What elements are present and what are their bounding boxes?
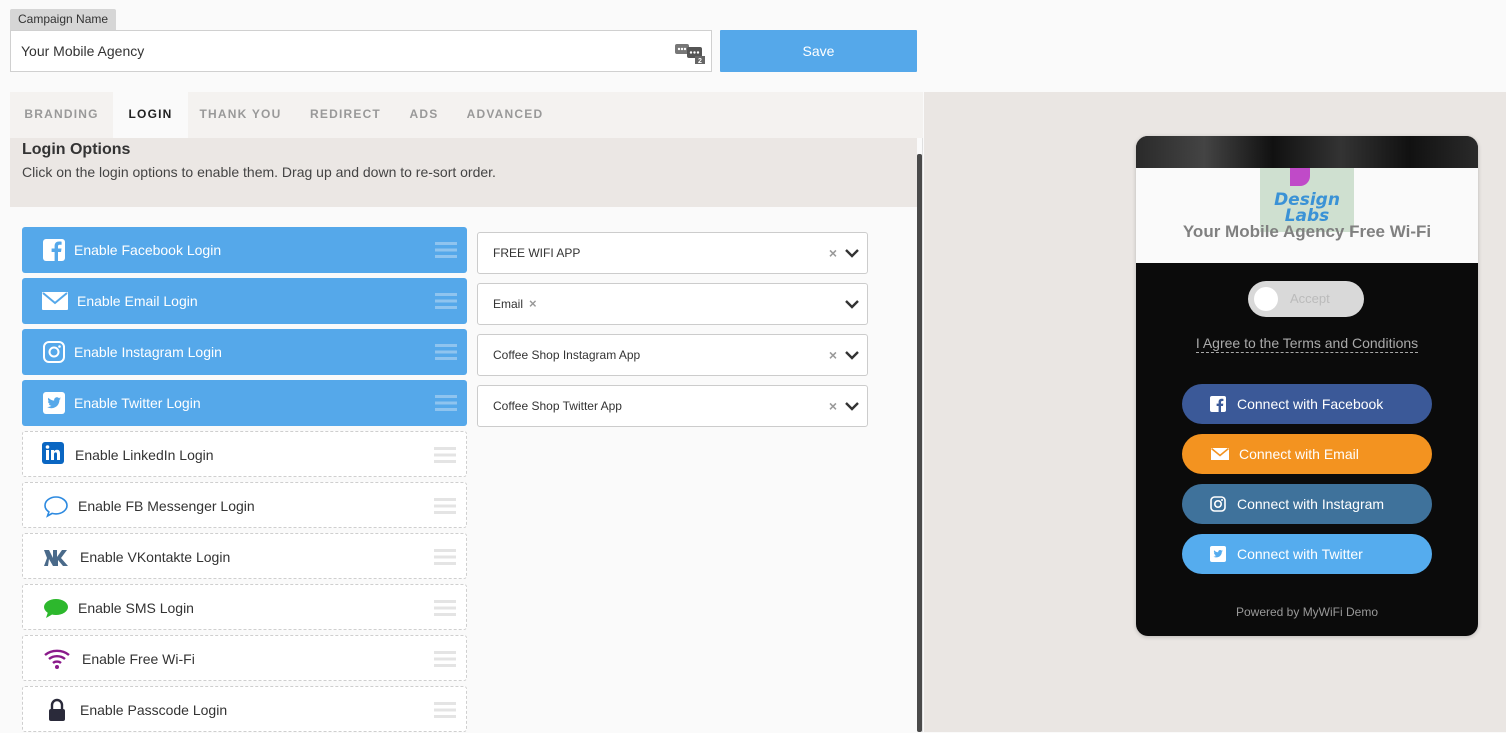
select-value: FREE WIFI APP: [493, 246, 581, 260]
toggle-knob: [1254, 287, 1278, 311]
connect-twitter-button[interactable]: Connect with Twitter: [1182, 534, 1432, 574]
button-label: Connect with Twitter: [1237, 546, 1363, 562]
envelope-icon: [1211, 447, 1229, 460]
option-passcode[interactable]: Enable Passcode Login: [22, 686, 467, 732]
clear-icon[interactable]: ×: [829, 386, 837, 426]
campaign-name-input[interactable]: Your Mobile Agency 2: [10, 30, 712, 72]
button-label: Connect with Instagram: [1237, 496, 1385, 512]
accept-label: Accept: [1290, 291, 1330, 306]
option-label: Enable Free Wi-Fi: [82, 651, 195, 667]
login-options-description: Click on the login options to enable the…: [22, 164, 496, 180]
option-email[interactable]: Enable Email Login: [22, 278, 467, 324]
powered-by: Powered by MyWiFi Demo: [1235, 605, 1379, 619]
option-label: Enable Twitter Login: [74, 395, 201, 411]
select-value: Coffee Shop Twitter App: [493, 399, 622, 413]
drag-handle-icon[interactable]: [434, 599, 456, 617]
instagram-icon: [1210, 496, 1226, 512]
select-value: Coffee Shop Instagram App: [493, 348, 641, 362]
splash-preview: Design Labs Your Mobile Agency Free Wi-F…: [1136, 136, 1478, 636]
tab-redirect[interactable]: REDIRECT: [293, 92, 398, 138]
tab-advanced[interactable]: ADVANCED: [450, 92, 560, 138]
option-vkontakte[interactable]: Enable VKontakte Login: [22, 533, 467, 579]
option-label: Enable Email Login: [77, 293, 198, 309]
remove-tag-icon[interactable]: ×: [529, 296, 537, 311]
connect-facebook-button[interactable]: Connect with Facebook: [1182, 384, 1432, 424]
drag-handle-icon[interactable]: [435, 241, 457, 259]
preview-panel: Design Labs Your Mobile Agency Free Wi-F…: [924, 92, 1506, 732]
option-label: Enable Passcode Login: [80, 702, 228, 718]
save-button[interactable]: Save: [720, 30, 917, 72]
header-photo: [1136, 136, 1478, 168]
chevron-down-icon[interactable]: [845, 247, 859, 259]
login-options-title: Login Options: [22, 141, 131, 158]
drag-handle-icon[interactable]: [435, 343, 457, 361]
drag-handle-icon[interactable]: [434, 446, 456, 464]
tab-thank-you[interactable]: THANK YOU: [188, 92, 293, 138]
email-app-select[interactable]: Email ×: [477, 283, 868, 325]
tab-ads[interactable]: ADS: [398, 92, 450, 138]
option-instagram[interactable]: Enable Instagram Login: [22, 329, 467, 375]
instagram-icon: [43, 341, 65, 363]
option-twitter[interactable]: Enable Twitter Login: [22, 380, 467, 426]
option-label: Enable VKontakte Login: [80, 549, 231, 565]
envelope-icon: [42, 292, 68, 310]
select-value: Email: [493, 297, 524, 311]
chevron-down-icon[interactable]: [845, 298, 859, 310]
button-label: Connect with Email: [1239, 446, 1359, 462]
chevron-down-icon[interactable]: [845, 349, 859, 361]
placeholder-chat-icon[interactable]: 2: [675, 42, 705, 64]
tab-login[interactable]: LOGIN: [113, 92, 188, 138]
twitter-app-select[interactable]: Coffee Shop Twitter App ×: [477, 385, 868, 427]
svg-text:2: 2: [698, 58, 702, 64]
button-label: Connect with Facebook: [1237, 396, 1384, 412]
preview-title-area: Design Labs Your Mobile Agency Free Wi-F…: [1136, 168, 1478, 263]
connect-email-button[interactable]: Connect with Email: [1182, 434, 1432, 474]
tab-branding[interactable]: BRANDING: [10, 92, 113, 138]
drag-handle-icon[interactable]: [434, 701, 456, 719]
option-sms[interactable]: Enable SMS Login: [22, 584, 467, 630]
campaign-bar: Campaign Name Your Mobile Agency 2 Save: [0, 0, 1506, 92]
option-label: Enable FB Messenger Login: [78, 498, 255, 514]
campaign-name-label: Campaign Name: [10, 9, 117, 30]
option-label: Enable SMS Login: [78, 600, 194, 616]
facebook-icon: [43, 239, 65, 261]
drag-handle-icon[interactable]: [434, 548, 456, 566]
select-value-wrap: Email ×: [493, 284, 537, 324]
login-options-header: Login Options Click on the login options…: [10, 138, 917, 207]
chevron-down-icon[interactable]: [845, 400, 859, 412]
twitter-icon: [1210, 546, 1226, 562]
linkedin-icon: [42, 442, 64, 464]
tab-bar: BRANDING LOGIN THANK YOU REDIRECT ADS AD…: [10, 92, 923, 138]
option-fb-messenger[interactable]: Enable FB Messenger Login: [22, 482, 467, 528]
facebook-app-select[interactable]: FREE WIFI APP ×: [477, 232, 868, 274]
option-free-wifi[interactable]: Enable Free Wi-Fi: [22, 635, 467, 681]
accept-toggle[interactable]: Accept: [1248, 281, 1364, 317]
option-label: Enable Instagram Login: [74, 344, 222, 360]
drag-handle-icon[interactable]: [435, 394, 457, 412]
clear-icon[interactable]: ×: [829, 233, 837, 273]
terms-link-wrap: I Agree to the Terms and Conditions: [1136, 335, 1478, 353]
preview-title: Your Mobile Agency Free Wi-Fi: [1182, 222, 1432, 241]
drag-handle-icon[interactable]: [434, 497, 456, 515]
facebook-icon: [1210, 396, 1226, 412]
scrollbar[interactable]: [917, 154, 922, 732]
twitter-icon: [43, 392, 65, 414]
lock-icon: [49, 698, 65, 721]
chat-bubble-icon: [44, 496, 68, 518]
option-label: Enable Facebook Login: [74, 242, 222, 258]
wifi-icon: [44, 649, 70, 669]
connect-instagram-button[interactable]: Connect with Instagram: [1182, 484, 1432, 524]
clear-icon[interactable]: ×: [829, 335, 837, 375]
vk-icon: [44, 550, 68, 566]
instagram-app-select[interactable]: Coffee Shop Instagram App ×: [477, 334, 868, 376]
option-facebook[interactable]: Enable Facebook Login: [22, 227, 467, 273]
campaign-name-value: Your Mobile Agency: [21, 43, 145, 59]
drag-handle-icon[interactable]: [434, 650, 456, 668]
option-label: Enable LinkedIn Login: [75, 447, 214, 463]
sms-bubble-icon: [44, 599, 68, 618]
option-linkedin[interactable]: Enable LinkedIn Login: [22, 431, 467, 477]
editor-panel: BRANDING LOGIN THANK YOU REDIRECT ADS AD…: [10, 92, 923, 732]
drag-handle-icon[interactable]: [435, 292, 457, 310]
terms-link[interactable]: I Agree to the Terms and Conditions: [1195, 335, 1419, 353]
